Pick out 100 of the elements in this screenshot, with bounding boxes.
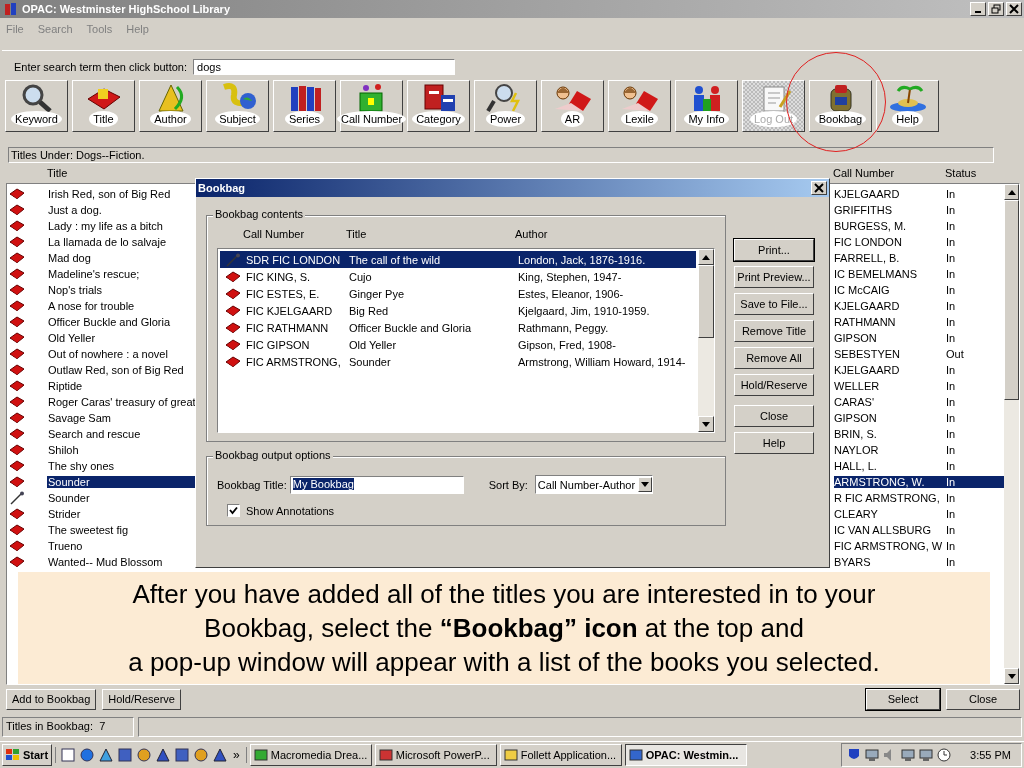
list-row[interactable]: FIC KJELGAARD Big Red Kjelgaard, Jim, 1910-1959.: [220, 302, 696, 319]
column-header[interactable]: Status: [945, 167, 977, 179]
close-button[interactable]: [1006, 2, 1022, 16]
minimize-button[interactable]: [970, 2, 986, 16]
table-cell[interactable]: The shy ones: [47, 460, 198, 472]
dialog-button[interactable]: Hold/Reserve: [734, 374, 814, 396]
scroll-thumb[interactable]: [1004, 200, 1019, 400]
toolbar-button[interactable]: My Info: [675, 80, 738, 132]
table-cell[interactable]: Search and rescue: [47, 428, 198, 440]
scroll-down-button[interactable]: [698, 416, 714, 432]
close-button[interactable]: [811, 181, 827, 195]
restore-button[interactable]: [988, 2, 1004, 16]
table-cell[interactable]: Sounder: [47, 476, 198, 488]
table-cell[interactable]: In: [946, 252, 1004, 264]
dialog-button[interactable]: Remove Title: [734, 320, 814, 342]
toolbar-button[interactable]: AR: [541, 80, 604, 132]
table-cell[interactable]: Wanted-- Mud Blossom: [47, 556, 198, 568]
action-button[interactable]: Close: [946, 688, 1020, 710]
table-cell[interactable]: CARAS': [834, 396, 946, 408]
list-row[interactable]: FIC KING, S. Cujo King, Stephen, 1947-: [220, 268, 696, 285]
table-cell[interactable]: In: [946, 220, 1004, 232]
table-cell[interactable]: In: [946, 316, 1004, 328]
table-cell[interactable]: La llamada de lo salvaje: [47, 236, 198, 248]
table-cell[interactable]: GIPSON: [834, 332, 946, 344]
table-cell[interactable]: HALL, L.: [834, 460, 946, 472]
checkbox-label[interactable]: Show Annotations: [246, 504, 335, 517]
table-cell[interactable]: Just a dog.: [47, 204, 198, 216]
action-button[interactable]: Add to Bookbag: [6, 688, 97, 710]
computer-icon[interactable]: [900, 747, 917, 763]
table-cell[interactable]: KJELGAARD: [834, 364, 946, 376]
table-cell[interactable]: Lady : my life as a bitch: [47, 220, 198, 232]
table-cell[interactable]: In: [946, 364, 1004, 376]
table-cell[interactable]: IC McCAIG: [834, 284, 946, 296]
table-cell[interactable]: Irish Red, son of Big Red: [47, 188, 198, 200]
sort-dropdown[interactable]: Call Number-Author: [534, 475, 653, 494]
scroll-up-button[interactable]: [1004, 184, 1019, 200]
column-header[interactable]: Call Number: [243, 228, 346, 242]
taskbar-button[interactable]: Microsoft PowerP...: [374, 744, 497, 766]
table-cell[interactable]: FIC ARMSTRONG, W: [834, 540, 946, 552]
table-cell[interactable]: In: [946, 540, 1004, 552]
table-cell[interactable]: Outlaw Red, son of Big Red: [47, 364, 198, 376]
table-cell[interactable]: FIC LONDON: [834, 236, 946, 248]
table-cell[interactable]: In: [946, 188, 1004, 200]
scrollbar[interactable]: [698, 249, 714, 432]
table-cell[interactable]: BRIN, S.: [834, 428, 946, 440]
table-cell[interactable]: R FIC ARMSTRONG,: [834, 492, 946, 504]
table-cell[interactable]: Out of nowhere : a novel: [47, 348, 198, 360]
table-cell[interactable]: In: [946, 508, 1004, 520]
toolbar-button[interactable]: Subject: [206, 80, 269, 132]
checkbox[interactable]: [227, 504, 240, 517]
table-cell[interactable]: In: [946, 556, 1004, 568]
table-cell[interactable]: ARMSTRONG, W.: [834, 476, 946, 488]
toolbar-button[interactable]: Series: [273, 80, 336, 132]
table-cell[interactable]: KJELGAARD: [834, 188, 946, 200]
scroll-down-button[interactable]: [1004, 668, 1019, 684]
table-cell[interactable]: In: [946, 380, 1004, 392]
table-cell[interactable]: BURGESS, M.: [834, 220, 946, 232]
more-button[interactable]: »: [231, 748, 242, 762]
table-cell[interactable]: GIPSON: [834, 412, 946, 424]
toolbar-button[interactable]: Keyword: [5, 80, 68, 132]
dialog-button[interactable]: Print Preview...: [734, 266, 814, 288]
table-cell[interactable]: Strider: [47, 508, 198, 520]
toolbar-button[interactable]: Category: [407, 80, 470, 132]
table-cell[interactable]: CLEARY: [834, 508, 946, 520]
scroll-thumb[interactable]: [698, 265, 714, 339]
table-cell[interactable]: Officer Buckle and Gloria: [47, 316, 198, 328]
toolbar-button[interactable]: Author: [139, 80, 202, 132]
search-field[interactable]: dogs: [193, 59, 456, 75]
toolbar-button[interactable]: Call Number: [340, 80, 403, 132]
table-cell[interactable]: SEBESTYEN: [834, 348, 946, 360]
column-header[interactable]: Title: [346, 228, 515, 242]
list-row[interactable]: FIC GIPSON Old Yeller Gipson, Fred, 1908-: [220, 336, 696, 353]
table-cell[interactable]: In: [946, 284, 1004, 296]
table-cell[interactable]: In: [946, 492, 1004, 504]
dialog-button[interactable]: Save to File...: [734, 293, 814, 315]
table-cell[interactable]: In: [946, 332, 1004, 344]
scroll-up-button[interactable]: [698, 249, 714, 265]
list-row[interactable]: FIC ESTES, E. Ginger Pye Estes, Eleanor, 1906-: [220, 285, 696, 302]
list-row[interactable]: FIC RATHMANN Officer Buckle and Gloria Rathmann, Peggy.: [220, 319, 696, 336]
computer-icon[interactable]: [918, 747, 935, 763]
list-row[interactable]: SDR FIC LONDON The call of the wild London, Jack, 1876-1916.: [220, 251, 696, 268]
table-cell[interactable]: FARRELL, B.: [834, 252, 946, 264]
table-cell[interactable]: A nose for trouble: [47, 300, 198, 312]
table-cell[interactable]: Old Yeller: [47, 332, 198, 344]
table-cell[interactable]: Sounder: [47, 492, 198, 504]
table-cell[interactable]: The sweetest fig: [47, 524, 198, 536]
table-cell[interactable]: IC BEMELMANS: [834, 268, 946, 280]
table-cell[interactable]: WELLER: [834, 380, 946, 392]
table-cell[interactable]: In: [946, 412, 1004, 424]
table-cell[interactable]: Trueno: [47, 540, 198, 552]
dialog-button[interactable]: Help: [734, 432, 814, 454]
column-header[interactable]: Author: [515, 228, 548, 242]
action-button[interactable]: Hold/Reserve: [102, 688, 181, 710]
table-cell[interactable]: GRIFFITHS: [834, 204, 946, 216]
table-cell[interactable]: In: [946, 268, 1004, 280]
table-cell[interactable]: In: [946, 524, 1004, 536]
dialog-button[interactable]: Print...: [734, 239, 814, 261]
action-button[interactable]: Select: [866, 688, 940, 710]
table-cell[interactable]: NAYLOR: [834, 444, 946, 456]
table-cell[interactable]: Nop's trials: [47, 284, 198, 296]
